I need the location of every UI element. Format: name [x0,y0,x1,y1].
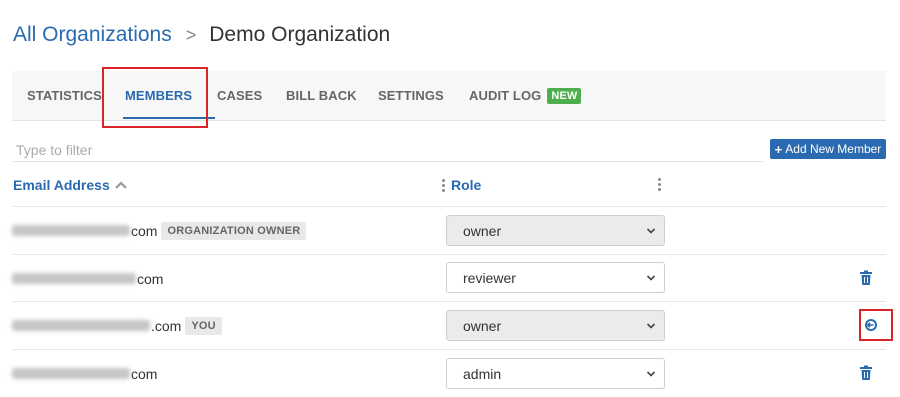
role-select: owner [446,215,665,246]
table-row: com reviewer [12,255,886,302]
chevron-down-icon [646,275,656,281]
member-email: com ORGANIZATION OWNER [12,207,307,254]
column-header-email[interactable]: Email Address [13,176,127,194]
trash-icon[interactable] [859,365,873,381]
member-email: com [12,255,163,302]
trash-icon[interactable] [859,270,873,286]
tab-bill-back[interactable]: BILL BACK [286,71,357,121]
tab-cases[interactable]: CASES [217,71,262,121]
table-row: com ORGANIZATION OWNER owner [12,207,886,254]
chevron-down-icon [646,323,656,329]
table-row: com admin [12,350,886,397]
breadcrumb-current-organization: Demo Organization [209,23,391,46]
chevron-down-icon [646,228,656,234]
column-header-email-label: Email Address [13,177,110,193]
leave-icon-highlight-box [859,309,893,341]
redacted-email [12,273,136,284]
add-new-member-label: Add New Member [785,142,882,156]
column-header-role[interactable]: Role [440,176,481,194]
role-select: owner [446,310,665,341]
breadcrumb-all-organizations[interactable]: All Organizations [13,23,172,47]
redacted-email [12,320,150,331]
tab-statistics[interactable]: STATISTICS [27,71,102,121]
add-new-member-button[interactable]: + Add New Member [770,139,886,159]
member-email: com [12,350,157,397]
member-email: .com YOU [12,302,222,349]
sort-ascending-icon [114,181,127,189]
new-badge: NEW [547,87,582,104]
column-resize-handle-icon[interactable] [656,177,662,191]
role-select[interactable]: admin [446,358,665,389]
tab-settings[interactable]: SETTINGS [378,71,444,121]
you-tag: YOU [185,316,222,335]
plus-icon: + [774,141,783,157]
redacted-email [12,368,130,379]
column-resize-handle-icon[interactable] [440,178,446,192]
tab-audit-log[interactable]: AUDIT LOG NEW [469,71,582,121]
filter-input[interactable] [13,138,763,162]
breadcrumb: All Organizations > Demo Organization [13,20,390,50]
chevron-down-icon [646,371,656,377]
breadcrumb-separator: > [185,24,197,45]
organization-owner-tag: ORGANIZATION OWNER [161,221,307,240]
members-tab-highlight-box [102,67,208,128]
table-row: .com YOU owner [12,302,886,349]
tab-audit-log-label: AUDIT LOG [469,88,542,103]
role-select[interactable]: reviewer [446,262,665,293]
redacted-email [12,225,130,236]
column-header-role-label: Role [451,177,482,193]
